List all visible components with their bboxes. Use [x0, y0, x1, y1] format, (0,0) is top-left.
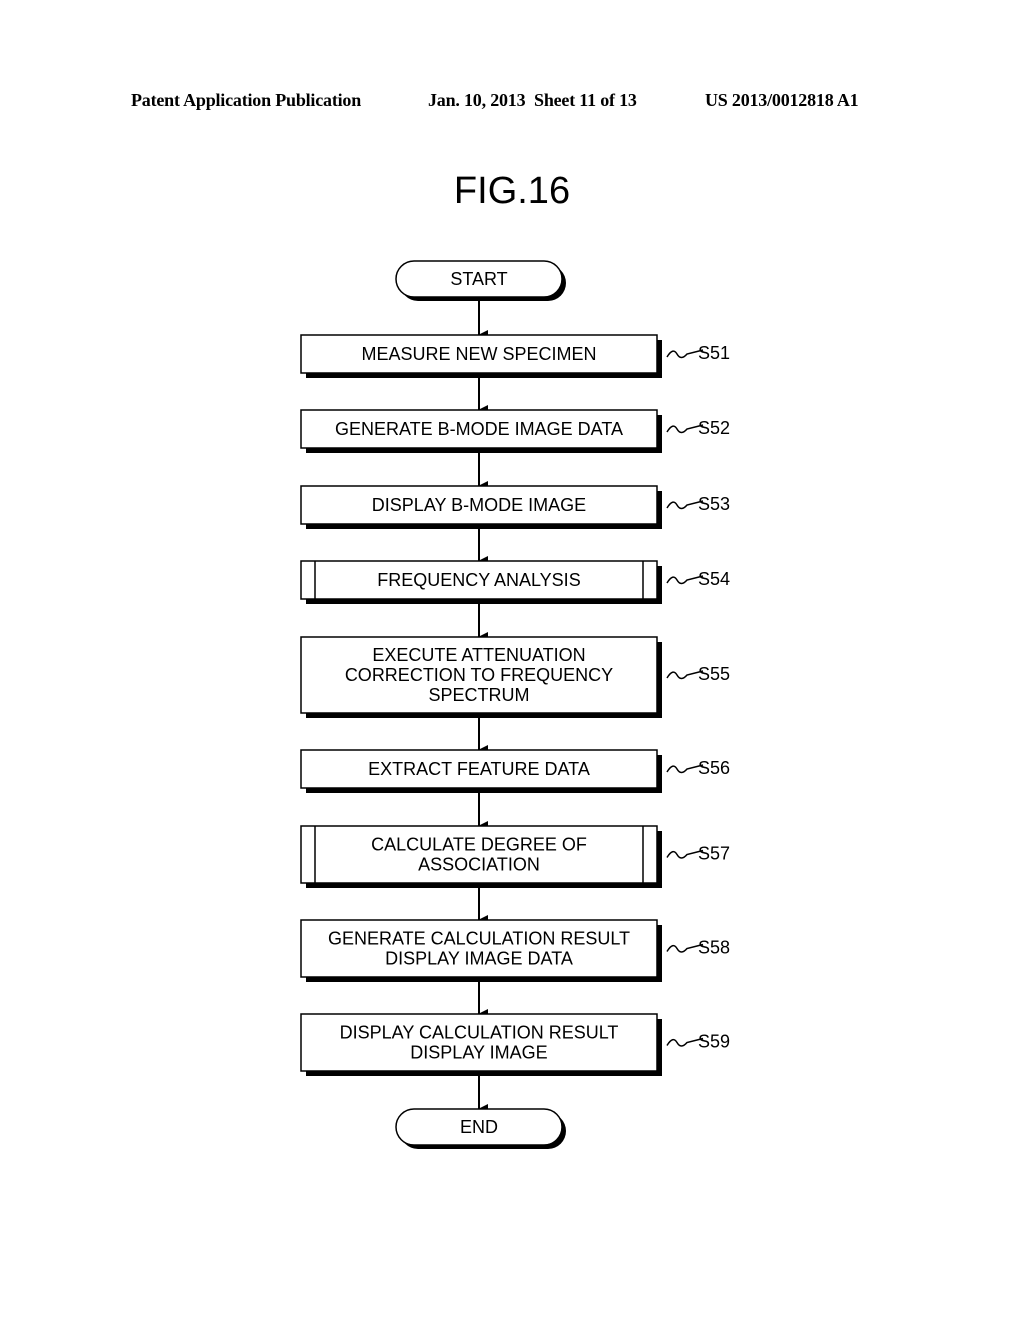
step-id-label: S57: [698, 844, 730, 864]
step-text-line: GENERATE CALCULATION RESULT: [328, 929, 630, 949]
step-text-line: DISPLAY IMAGE DATA: [385, 949, 573, 969]
step-id-label: S55: [698, 664, 730, 684]
step-text-line: SPECTRUM: [428, 685, 529, 705]
step-text-line: FREQUENCY ANALYSIS: [377, 570, 580, 590]
step-id-label: S54: [698, 569, 730, 589]
step-id-label: S59: [698, 1032, 730, 1052]
step-id-label: S52: [698, 418, 730, 438]
step-s51: MEASURE NEW SPECIMEN S51: [300, 334, 730, 378]
flowchart: START MEASURE NEW SPECIMEN S51 GENERATE B-M…: [300, 260, 730, 1149]
step-s56: EXTRACT FEATURE DATA S56: [300, 749, 730, 793]
step-s59: DISPLAY CALCULATION RESULTDISPLAY IMAGE S…: [300, 1013, 730, 1076]
step-s57: CALCULATE DEGREE OFASSOCIATION S57: [300, 825, 730, 888]
step-s55: EXECUTE ATTENUATIONCORRECTION TO FREQUEN…: [300, 636, 730, 718]
start-terminal-label: START: [450, 269, 507, 289]
step-s54: FREQUENCY ANALYSIS S54: [300, 560, 730, 604]
step-id-label: S58: [698, 938, 730, 958]
step-text-line: EXECUTE ATTENUATION: [372, 645, 585, 665]
step-text-line: DISPLAY IMAGE: [410, 1043, 547, 1063]
step-text-line: CALCULATE DEGREE OF: [371, 835, 587, 855]
step-text-line: DISPLAY B-MODE IMAGE: [372, 495, 586, 515]
end-terminal-label: END: [460, 1117, 498, 1137]
step-id-label: S56: [698, 758, 730, 778]
step-text-line: CORRECTION TO FREQUENCY: [345, 665, 613, 685]
step-id-label: S53: [698, 494, 730, 514]
step-s52: GENERATE B-MODE IMAGE DATA S52: [300, 409, 730, 453]
step-id-label: S51: [698, 343, 730, 363]
step-s53: DISPLAY B-MODE IMAGE S53: [300, 485, 730, 529]
step-text-line: DISPLAY CALCULATION RESULT: [340, 1023, 619, 1043]
step-text-line: ASSOCIATION: [418, 855, 540, 875]
step-text-line: EXTRACT FEATURE DATA: [368, 759, 590, 779]
step-s58: GENERATE CALCULATION RESULTDISPLAY IMAGE…: [300, 919, 730, 982]
step-text-line: GENERATE B-MODE IMAGE DATA: [335, 419, 623, 439]
step-text-line: MEASURE NEW SPECIMEN: [361, 344, 596, 364]
